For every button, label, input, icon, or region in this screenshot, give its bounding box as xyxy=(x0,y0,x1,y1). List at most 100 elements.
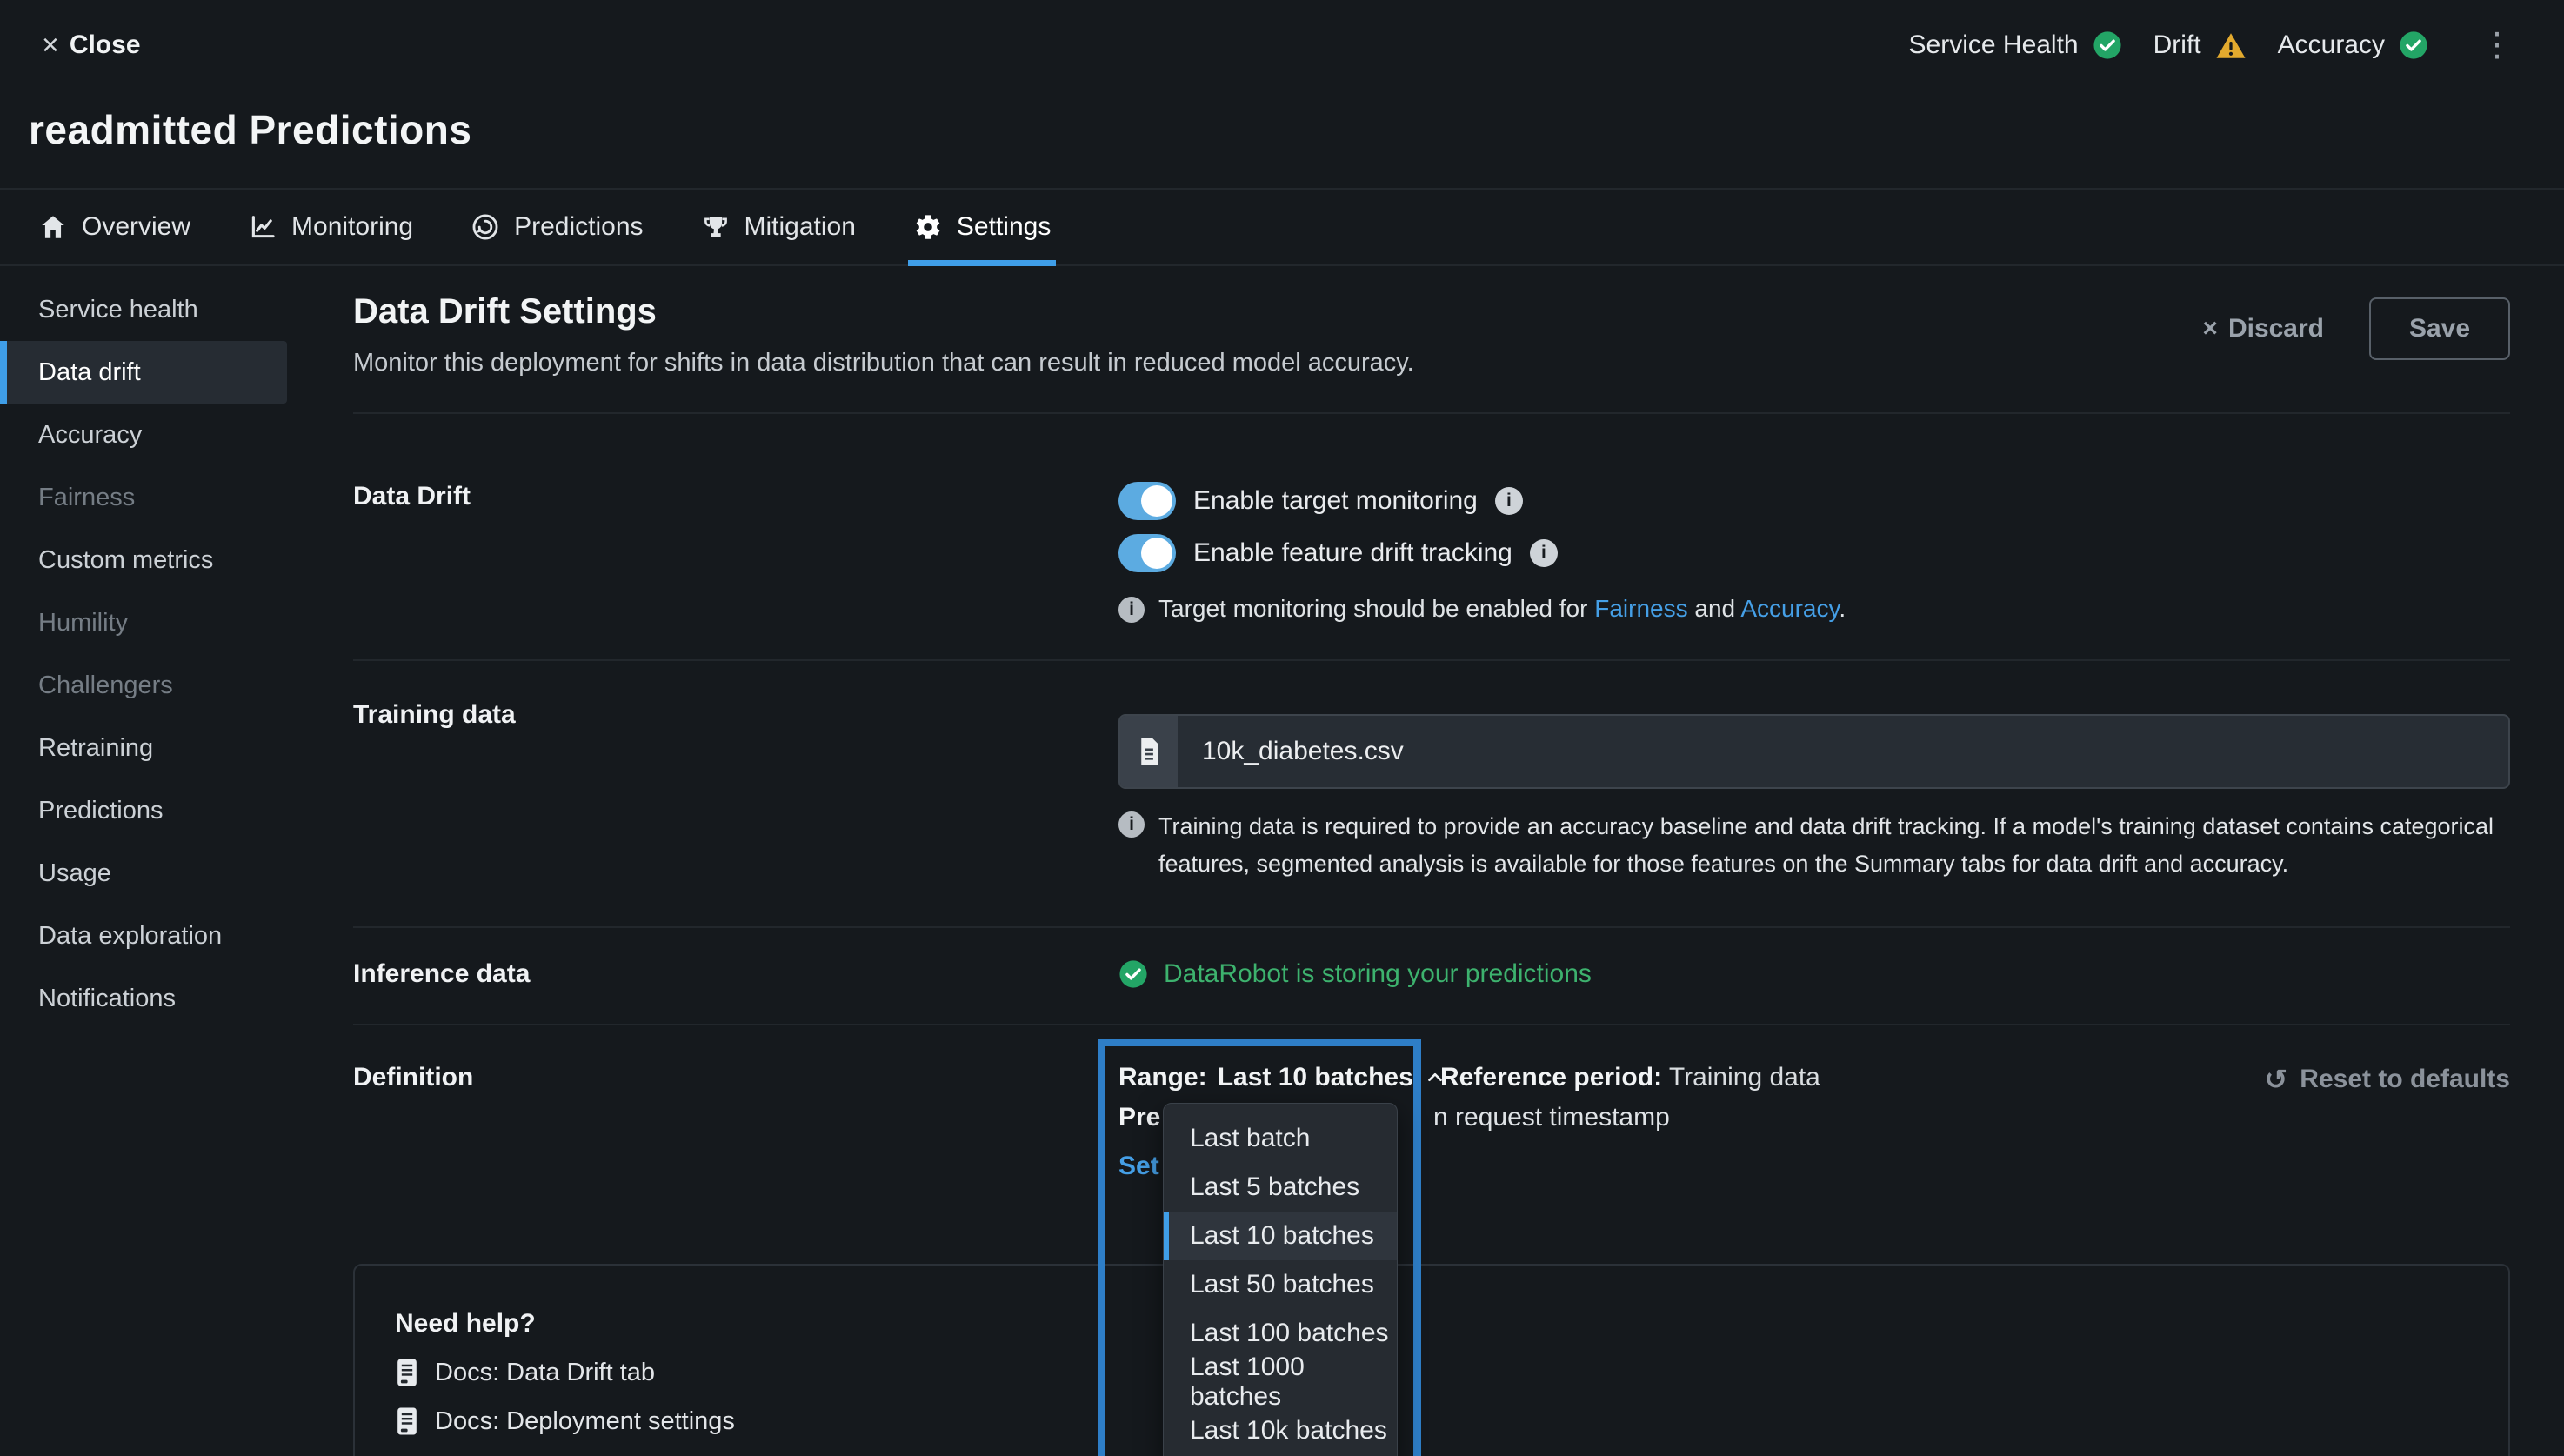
fairness-link[interactable]: Fairness xyxy=(1594,595,1687,622)
check-circle-icon xyxy=(1118,959,1148,989)
note-text: Target monitoring should be enabled for … xyxy=(1158,595,1846,623)
dropdown-option-last-10k-batches[interactable]: Last 10k batches xyxy=(1164,1406,1397,1455)
tab-overview[interactable]: Overview xyxy=(38,190,190,264)
trophy-icon xyxy=(701,212,731,242)
close-button[interactable]: × Close xyxy=(42,30,141,60)
sidebar-item-predictions[interactable]: Predictions xyxy=(0,779,287,842)
tab-label: Mitigation xyxy=(744,212,856,242)
inference-status-text: DataRobot is storing your predictions xyxy=(1164,959,1592,989)
training-data-file-input[interactable]: 10k_diabetes.csv xyxy=(1118,714,2510,789)
tab-settings[interactable]: Settings xyxy=(913,190,1051,264)
page-section-title: Data Drift Settings xyxy=(353,292,1414,331)
need-help-panel: Need help? Docs: Data Drift tab Docs: De… xyxy=(353,1264,2510,1456)
reference-value: Training data xyxy=(1669,1063,1820,1092)
home-icon xyxy=(38,212,68,242)
toggle-label: Enable target monitoring xyxy=(1193,486,1478,516)
sidebar-item-fairness[interactable]: Fairness xyxy=(0,466,287,529)
sidebar-item-data-drift[interactable]: Data drift xyxy=(0,341,287,404)
sidebar-item-accuracy[interactable]: Accuracy xyxy=(0,404,287,466)
feature-drift-toggle[interactable] xyxy=(1118,534,1176,572)
sidebar-item-retraining[interactable]: Retraining xyxy=(0,717,287,779)
reset-label: Reset to defaults xyxy=(2300,1065,2510,1094)
target-monitoring-note: i Target monitoring should be enabled fo… xyxy=(1118,595,2510,623)
file-icon xyxy=(1137,736,1161,767)
note-and: and xyxy=(1694,595,1735,622)
status-drift[interactable]: Drift xyxy=(2153,30,2247,60)
tab-predictions[interactable]: Predictions xyxy=(471,190,643,264)
help-link-deployment-settings[interactable]: Docs: Deployment settings xyxy=(395,1406,2468,1436)
sidebar-item-custom-metrics[interactable]: Custom metrics xyxy=(0,529,287,591)
section-training-data: Training data 10k_diabetes.csv i Trainin… xyxy=(353,659,2510,926)
help-link-label: Docs: Deployment settings xyxy=(435,1407,735,1436)
note-suffix: . xyxy=(1839,595,1846,622)
tab-label: Monitoring xyxy=(291,212,413,242)
status-label: Accuracy xyxy=(2278,30,2385,60)
info-icon: i xyxy=(1118,597,1145,623)
reference-label: Reference period: xyxy=(1440,1063,1662,1092)
range-value: Last 10 batches xyxy=(1218,1063,1413,1092)
dropdown-option-last-batch[interactable]: Last batch xyxy=(1164,1114,1397,1163)
top-bar: × Close Service Health Drift Accuracy ⋮ xyxy=(0,0,2564,90)
range-dropdown-trigger[interactable]: Range: Last 10 batches xyxy=(1118,1063,1446,1092)
sidebar-item-usage[interactable]: Usage xyxy=(0,842,287,905)
help-link-data-drift-tab[interactable]: Docs: Data Drift tab xyxy=(395,1358,2468,1387)
info-icon: i xyxy=(1118,811,1145,838)
kebab-menu-icon[interactable]: ⋮ xyxy=(2481,36,2514,56)
section-label: Definition xyxy=(353,1063,1118,1264)
tab-mitigation[interactable]: Mitigation xyxy=(701,190,856,264)
sidebar-item-challengers[interactable]: Challengers xyxy=(0,654,287,717)
page-title: readmitted Predictions xyxy=(29,106,2512,153)
reference-period: Reference period: Training data xyxy=(1440,1063,1820,1092)
file-stripe xyxy=(1120,716,1178,787)
save-button[interactable]: Save xyxy=(2369,297,2510,360)
section-label: Training data xyxy=(353,693,1118,883)
sidebar-item-data-exploration[interactable]: Data exploration xyxy=(0,905,287,967)
status-label: Drift xyxy=(2153,30,2201,60)
discard-label: Discard xyxy=(2228,314,2324,344)
sidebar-item-notifications[interactable]: Notifications xyxy=(0,967,287,1030)
reset-to-defaults-button[interactable]: ↺ Reset to defaults xyxy=(2264,1065,2510,1094)
section-definition: Definition Range: Last 10 batches Refere… xyxy=(353,1024,2510,1264)
section-label: Inference data xyxy=(353,959,1118,989)
settings-sidebar: Service health Data drift Accuracy Fairn… xyxy=(0,266,351,1030)
status-accuracy[interactable]: Accuracy xyxy=(2278,30,2428,60)
dropdown-option-last-50-batches[interactable]: Last 50 batches xyxy=(1164,1260,1397,1309)
close-label: Close xyxy=(70,30,141,60)
help-title: Need help? xyxy=(395,1309,2468,1339)
page-section-description: Monitor this deployment for shifts in da… xyxy=(353,349,1414,377)
discard-button[interactable]: × Discard xyxy=(2202,314,2324,344)
tab-bar: Overview Monitoring Predictions Mitigati… xyxy=(0,188,2564,266)
note-prefix: Target monitoring should be enabled for xyxy=(1158,595,1587,622)
help-link-label: Docs: Data Drift tab xyxy=(435,1359,655,1387)
range-dropdown-menu: Last batch Last 5 batches Last 10 batche… xyxy=(1163,1103,1398,1456)
section-data-drift: Data Drift Enable target monitoring i En… xyxy=(353,412,2510,659)
sidebar-item-service-health[interactable]: Service health xyxy=(0,278,287,341)
discard-x-icon: × xyxy=(2202,314,2218,344)
dropdown-option-last-100-batches[interactable]: Last 100 batches xyxy=(1164,1309,1397,1358)
target-monitoring-toggle[interactable] xyxy=(1118,482,1176,520)
range-label: Range: xyxy=(1118,1063,1207,1092)
prediction-timestamp-fragment-left: Pre xyxy=(1118,1103,1160,1132)
line-chart-icon xyxy=(248,212,277,242)
dropdown-option-last-5-batches[interactable]: Last 5 batches xyxy=(1164,1163,1397,1212)
info-icon[interactable]: i xyxy=(1495,487,1523,515)
tab-monitoring[interactable]: Monitoring xyxy=(248,190,413,264)
prediction-timestamp-fragment-right: n request timestamp xyxy=(1433,1103,1670,1132)
sidebar-item-humility[interactable]: Humility xyxy=(0,591,287,654)
status-service-health[interactable]: Service Health xyxy=(1909,30,2122,60)
dropdown-option-last-10-batches[interactable]: Last 10 batches xyxy=(1164,1212,1397,1260)
book-icon xyxy=(395,1358,419,1387)
gear-icon xyxy=(913,212,943,242)
accuracy-link[interactable]: Accuracy xyxy=(1740,595,1839,622)
toggle-label: Enable feature drift tracking xyxy=(1193,538,1512,568)
reset-icon: ↺ xyxy=(2264,1065,2287,1093)
set-link-fragment[interactable]: Set xyxy=(1118,1152,1159,1181)
training-data-filename: 10k_diabetes.csv xyxy=(1178,716,1404,787)
status-label: Service Health xyxy=(1909,30,2079,60)
section-inference-data: Inference data DataRobot is storing your… xyxy=(353,926,2510,1024)
check-circle-icon xyxy=(2093,30,2122,60)
info-icon[interactable]: i xyxy=(1530,539,1558,567)
dropdown-option-last-1000-batches[interactable]: Last 1000 batches xyxy=(1164,1358,1397,1406)
warning-triangle-icon xyxy=(2215,31,2247,60)
tab-label: Settings xyxy=(957,212,1051,242)
